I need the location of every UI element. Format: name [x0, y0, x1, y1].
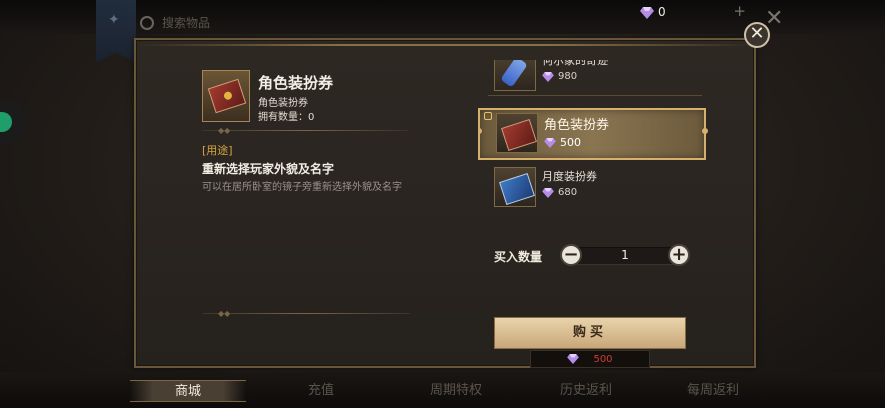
buy-button[interactable]: 购买 [494, 317, 686, 349]
tab-recharge[interactable]: 充值 [266, 380, 376, 402]
list-item-selected[interactable]: 角色装扮券 500 [478, 108, 708, 160]
price-value: 980 [558, 71, 578, 82]
shop-item-list[interactable]: 何尔家的奇迹 980 角色装扮券 500 月度装扮券 680 [478, 60, 708, 208]
add-diamond-button[interactable]: + [733, 2, 746, 20]
banner-emblem-icon: ✦ [108, 12, 120, 28]
row-separator [488, 95, 702, 96]
background-close-icon: ✕ [765, 6, 784, 31]
frame-knob [478, 128, 482, 134]
guild-banner[interactable]: ✦ [96, 0, 136, 62]
usage-title: [用途] [202, 144, 233, 157]
list-item[interactable]: 何尔家的奇迹 980 [478, 60, 706, 96]
search-hint: 搜索物品 [162, 16, 211, 30]
list-item-price: 980 [542, 71, 577, 82]
side-indicator [0, 112, 12, 132]
divider-bottom: ◆◆ [202, 309, 410, 318]
list-item-name: 何尔家的奇迹 [542, 60, 608, 67]
usage-description: 可以在居所卧室的镜子旁重新选择外貌及名字 [202, 182, 402, 193]
tab-weekly-rebate[interactable]: 每周返利 [654, 380, 772, 402]
close-button[interactable]: ✕ [744, 22, 770, 48]
frame-knob [702, 128, 708, 134]
price-value: 680 [558, 187, 578, 198]
item-name: 角色装扮券 [258, 74, 334, 92]
total-cost: 500 [530, 350, 650, 368]
owned-count: 拥有数量：0 [258, 112, 315, 123]
total-cost-value: 500 [593, 353, 613, 365]
bottle-icon [494, 60, 536, 91]
panel-top-trim [136, 44, 754, 46]
red-ticket-icon [207, 78, 247, 114]
diamond-icon [640, 7, 654, 19]
lock-icon [484, 112, 492, 120]
tab-mall[interactable]: 商城 [130, 380, 246, 402]
diamond-icon [567, 354, 580, 364]
list-item-price: 500 [544, 136, 581, 149]
search-icon [140, 15, 154, 30]
diamond-icon [542, 71, 554, 82]
decrease-button[interactable]: − [560, 244, 582, 266]
search-field[interactable]: 搜索物品 [140, 14, 210, 31]
price-value: 500 [560, 136, 581, 149]
diamond-icon [544, 137, 556, 148]
divider: ◆◆ [202, 126, 408, 135]
red-ticket-icon [496, 113, 538, 153]
quantity-stepper[interactable]: 1 − + [560, 244, 690, 268]
quantity-label: 买入数量 [494, 250, 543, 264]
item-subtype: 角色装扮券 [258, 98, 308, 109]
usage-heading: 重新选择玩家外貌及名字 [202, 162, 335, 176]
list-item-name: 月度装扮券 [542, 170, 597, 183]
increase-button[interactable]: + [668, 244, 690, 266]
diamond-count: 0 [658, 5, 666, 19]
game-screen: ✦ 搜索物品 0 + ✕ ✕ 角色装扮券 角色装扮券 拥有数量：0 ◆◆ [用途… [0, 0, 885, 408]
side-menu-toggle[interactable] [0, 100, 26, 144]
diamond-balance: 0 + [640, 2, 750, 22]
tab-history-rebate[interactable]: 历史返利 [524, 380, 648, 402]
diamond-icon [542, 187, 554, 198]
list-item[interactable]: 月度装扮券 680 [478, 164, 706, 208]
blue-ticket-icon [494, 167, 536, 207]
bottom-tab-bar: 商城 充值 周期特权 历史返利 每周返利 [0, 372, 885, 408]
tab-periodic-privilege[interactable]: 周期特权 [392, 380, 520, 402]
item-thumbnail [202, 70, 250, 122]
list-item-price: 680 [542, 187, 577, 198]
list-item-name: 角色装扮券 [544, 118, 610, 133]
